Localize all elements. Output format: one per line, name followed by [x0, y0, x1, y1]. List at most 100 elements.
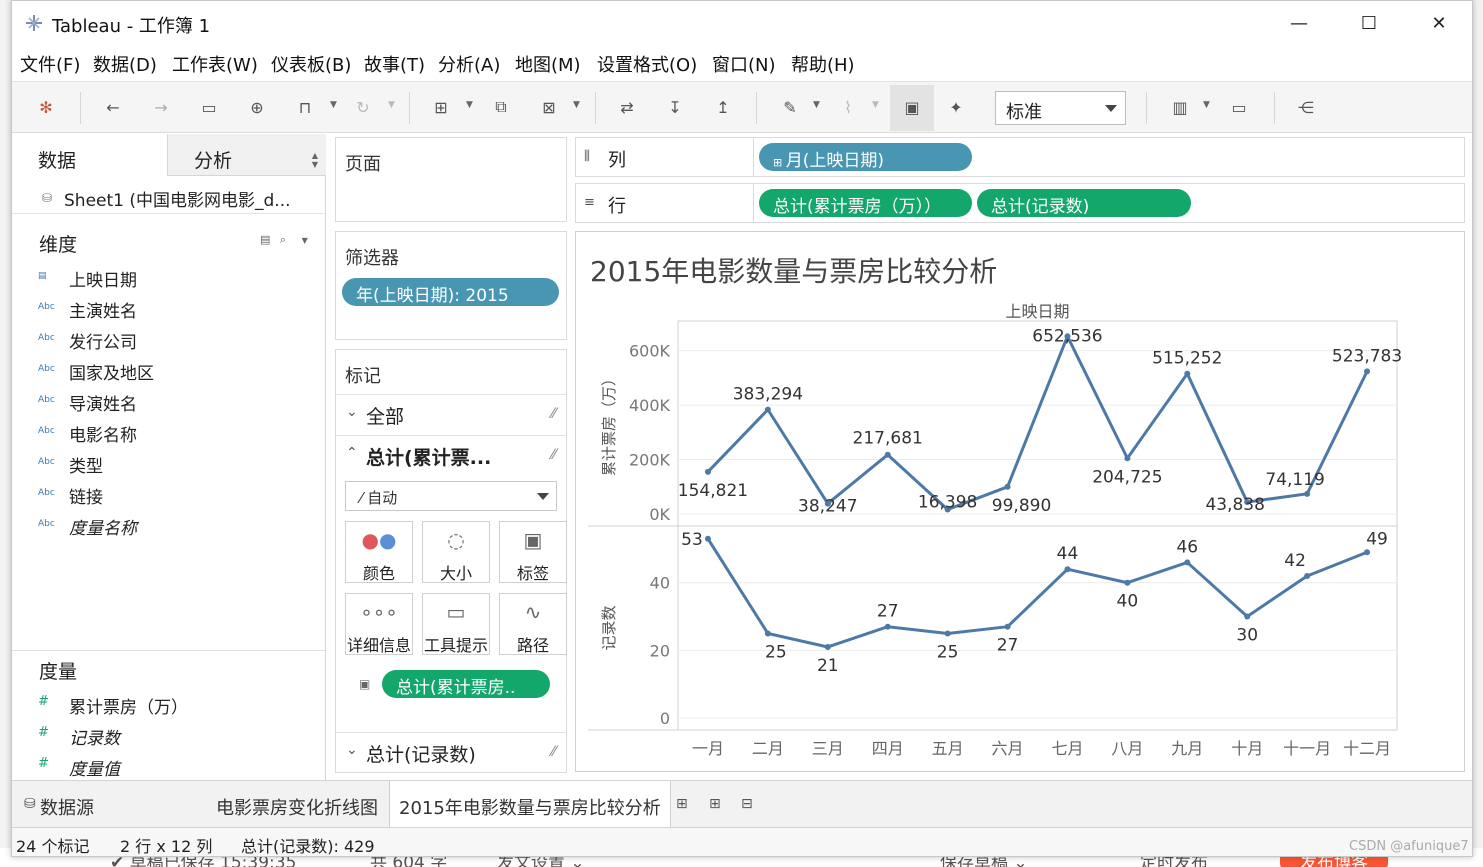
menu-data[interactable]: 数据(D) — [93, 51, 157, 77]
marks-all-row[interactable]: ⌄ 全部 ⁄⁄ — [336, 394, 566, 434]
chevron-down-icon[interactable]: ▼ — [573, 100, 580, 110]
columns-shelf[interactable]: ⫼ 列 ⊞ 月(上映日期) — [575, 137, 1465, 177]
field-record-count[interactable]: # 记录数 — [12, 721, 312, 749]
color-button[interactable]: ●● 颜色 — [345, 521, 413, 583]
save-icon[interactable]: ▭ — [198, 96, 220, 118]
chevron-down-icon[interactable]: ▼ — [813, 100, 820, 110]
highlight-icon[interactable]: ✎ — [779, 96, 801, 118]
series-line — [706, 537, 1368, 649]
menu-map[interactable]: 地图(M) — [515, 51, 581, 77]
filters-card[interactable]: 筛选器 年(上映日期): 2015 — [335, 231, 567, 340]
data-label: 27 — [877, 602, 899, 622]
rows-pill-boxoffice[interactable]: 总计(累计票房（万）） — [759, 189, 972, 217]
y-tick-label: 0K — [649, 505, 670, 524]
field-release-date[interactable]: ▤ 上映日期 — [12, 263, 312, 291]
chevron-down-icon[interactable]: ▼ — [872, 100, 879, 110]
data-point — [764, 630, 771, 637]
search-icon[interactable]: ⌕ — [280, 233, 286, 246]
field-box-office[interactable]: # 累计票房（万） — [12, 690, 312, 718]
pin-icon[interactable]: ✦ — [945, 96, 967, 118]
tab-sheet-compare[interactable]: 2015年电影数量与票房比较分析 — [389, 781, 671, 827]
menu-story[interactable]: 故事(T) — [364, 51, 425, 77]
columns-pill-month[interactable]: ⊞ 月(上映日期) — [759, 143, 972, 171]
duplicate-icon[interactable]: ⧉ — [490, 96, 512, 118]
tab-data[interactable]: 数据 — [12, 134, 166, 176]
chevron-down-icon[interactable]: ▼ — [466, 100, 473, 110]
mark-type-select[interactable]: ⁄ 自动 — [345, 481, 557, 511]
field-genre[interactable]: Abc 类型 — [12, 449, 312, 477]
rows-shelf[interactable]: ≡ 行 总计(累计票房（万）） 总计(记录数) — [575, 183, 1465, 223]
tooltip-button[interactable]: ▭ 工具提示 — [422, 593, 490, 655]
close-button[interactable]: ✕ — [1416, 7, 1462, 39]
share-icon[interactable]: ⋲ — [1295, 96, 1317, 118]
rows-pill-records[interactable]: 总计(记录数) — [977, 189, 1191, 217]
menu-analysis[interactable]: 分析(A) — [438, 51, 500, 77]
label-icon[interactable]: ▣ — [901, 96, 923, 118]
label-icon: ▣ — [523, 528, 543, 552]
new-worksheet-icon[interactable]: ⊞ — [430, 96, 452, 118]
chevron-down-icon[interactable]: ▼ — [1203, 100, 1210, 110]
date-icon: ▤ — [38, 271, 47, 281]
tab-data-label: 数据 — [38, 150, 77, 172]
undo-icon[interactable]: ← — [102, 96, 124, 118]
redo-icon[interactable]: → — [150, 96, 172, 118]
x-tick-label: 六月 — [992, 739, 1024, 758]
size-button[interactable]: ◌ 大小 — [422, 521, 490, 583]
marks-boxoffice-row[interactable]: ⌃ 总计(累计票... ⁄⁄ — [336, 435, 566, 475]
field-distributor[interactable]: Abc 发行公司 — [12, 325, 312, 353]
path-button[interactable]: ∿ 路径 — [499, 593, 567, 655]
view-list-icon[interactable]: ▤ — [260, 233, 270, 246]
pages-card[interactable]: 页面 — [335, 137, 567, 222]
clear-icon[interactable]: ⊠ — [538, 96, 560, 118]
menu-window[interactable]: 窗口(N) — [712, 51, 776, 77]
field-lead-actor[interactable]: Abc 主演姓名 — [12, 294, 312, 322]
sort-asc-icon[interactable]: ↧ — [664, 96, 686, 118]
tableau-logo-icon[interactable]: ✻ — [35, 96, 57, 118]
menu-dashboard[interactable]: 仪表板(B) — [271, 51, 351, 77]
pause-updates-icon[interactable]: ⊓ — [294, 96, 316, 118]
menu-file[interactable]: 文件(F) — [20, 51, 80, 77]
fit-select[interactable]: 标准 — [995, 91, 1126, 125]
datasource-item[interactable]: ⛁ Sheet1 (中国电影网电影_d... — [12, 180, 326, 214]
menu-worksheet[interactable]: 工作表(W) — [172, 51, 258, 77]
filter-pill-year[interactable]: 年(上映日期): 2015 — [342, 278, 559, 306]
field-director[interactable]: Abc 导演姓名 — [12, 387, 312, 415]
menu-help[interactable]: 帮助(H) — [791, 51, 855, 77]
presentation-icon[interactable]: ▭ — [1228, 96, 1250, 118]
field-measure-names[interactable]: Abc 度量名称 — [12, 511, 312, 539]
new-worksheet-icon[interactable]: ⊞ — [676, 796, 688, 812]
show-me-icon[interactable]: ▥ — [1169, 96, 1191, 118]
chevron-down-icon[interactable]: ▼ — [388, 100, 395, 110]
field-measure-values[interactable]: # 度量值 — [12, 752, 312, 780]
detail-button[interactable]: ∘∘∘ 详细信息 — [345, 593, 413, 655]
field-country[interactable]: Abc 国家及地区 — [12, 356, 312, 384]
data-point — [1184, 370, 1191, 377]
marks-records-row[interactable]: ⌄ 总计(记录数) ⁄⁄ — [336, 732, 566, 772]
maximize-button[interactable]: ☐ — [1346, 7, 1392, 39]
data-point — [704, 468, 711, 475]
field-movie-name[interactable]: Abc 电影名称 — [12, 418, 312, 446]
data-label: 74,119 — [1265, 470, 1324, 490]
y-tick-label: 600K — [629, 342, 671, 361]
field-link[interactable]: Abc 链接 — [12, 480, 312, 508]
new-story-icon[interactable]: ⊟ — [741, 796, 753, 812]
swap-icon[interactable]: ⇄ — [616, 96, 638, 118]
tab-datasource[interactable]: 数据源 — [40, 781, 94, 827]
group-icon[interactable]: ⌇ — [837, 96, 859, 118]
new-dashboard-icon[interactable]: ⊞ — [709, 796, 721, 812]
label-pill-boxoffice[interactable]: 总计(累计票房.. — [382, 670, 550, 698]
chevron-down-icon[interactable]: ▼ — [302, 236, 308, 245]
label-button[interactable]: ▣ 标签 — [499, 521, 567, 583]
data-label: 38,247 — [798, 497, 857, 517]
minimize-button[interactable]: — — [1276, 7, 1322, 39]
refresh-icon[interactable]: ↻ — [352, 96, 374, 118]
data-point — [824, 643, 831, 650]
tab-analysis[interactable]: 分析 ▲ ▼ — [167, 134, 326, 176]
tab-sheet-line[interactable]: 电影票房变化折线图 — [216, 781, 378, 827]
dimensions-title: 维度 — [39, 234, 78, 256]
sort-desc-icon[interactable]: ↥ — [712, 96, 734, 118]
line-chart[interactable]: 上映日期一月 二月 三月 四月 五月 六月 七月 八月 九月 十月 十一月 十二月 0K 200K 400K… — [576, 232, 1464, 771]
chevron-down-icon[interactable]: ▼ — [330, 100, 337, 110]
menu-format[interactable]: 设置格式(O) — [597, 51, 697, 77]
new-datasource-icon[interactable]: ⊕ — [246, 96, 268, 118]
